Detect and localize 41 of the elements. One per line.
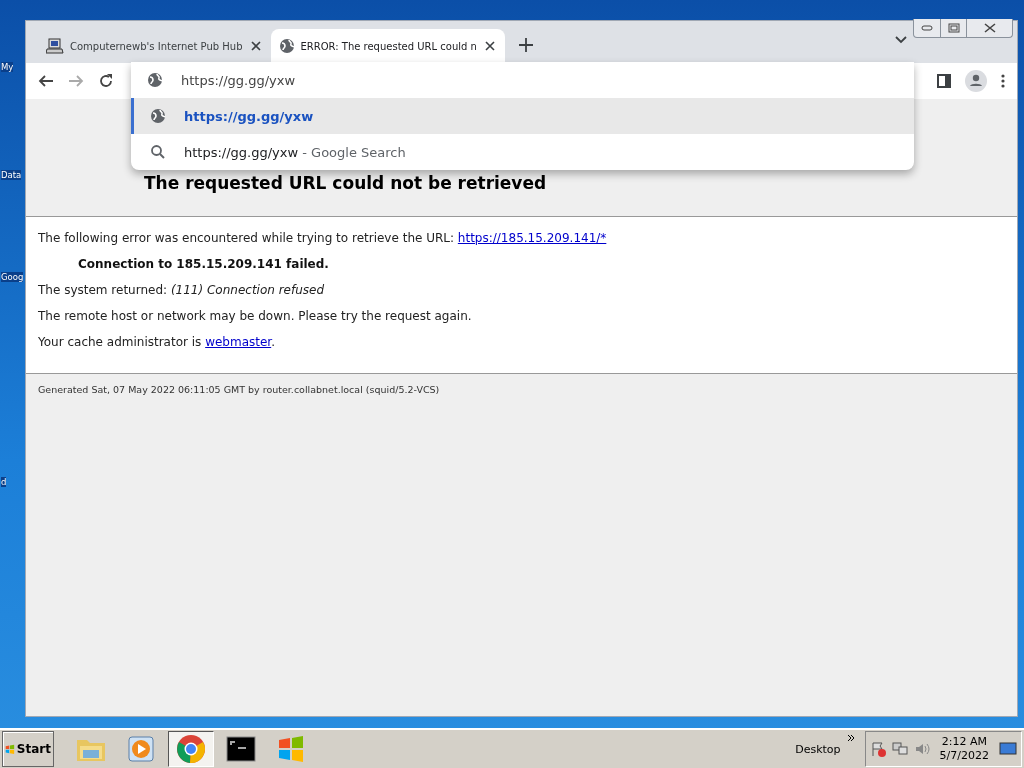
minimize-icon [921, 25, 933, 31]
start-button[interactable]: Start [2, 731, 54, 767]
footer-text: Generated Sat, 07 May 2022 06:11:05 GMT by router.collabnet.local (squid/5.2-VCS) [37, 383, 441, 397]
windows-logo-icon [5, 742, 15, 756]
browser-tab[interactable]: Computernewb's Internet Pub Hub [38, 29, 271, 63]
clock[interactable]: 2:12 AM 5/7/2022 [939, 735, 989, 763]
globe-icon [147, 72, 163, 88]
suggestion-item[interactable]: https://gg.gg/yxw - Google Search [131, 134, 914, 170]
terminal-icon[interactable] [226, 736, 256, 762]
restore-icon [947, 23, 960, 33]
failure-message: Connection to 185.15.209.141 failed. [77, 257, 330, 271]
tab-search-icon[interactable] [895, 36, 907, 44]
network-icon[interactable] [891, 741, 908, 757]
desktop-toolbar-label[interactable]: Desktop [795, 742, 841, 756]
flag-icon[interactable] [869, 741, 886, 757]
error-heading: The requested URL could not be retrieved [144, 173, 547, 194]
profile-button[interactable] [965, 70, 987, 92]
system-message: The system returned: (111) Connection refused [38, 283, 326, 297]
desktop-icon-label[interactable]: Data [1, 170, 22, 180]
advice-text: The remote host or network may be down. Please try the request again. [38, 309, 473, 323]
webmaster-link[interactable]: webmaster [205, 335, 272, 349]
chrome-icon[interactable] [176, 734, 206, 764]
search-icon [150, 144, 166, 160]
back-button[interactable] [38, 73, 54, 89]
desktop-icon-label[interactable]: Goog [1, 272, 24, 282]
side-panel-button[interactable] [937, 74, 951, 88]
url-link[interactable]: https://185.15.209.141/* [457, 231, 607, 245]
desktop-icon-label[interactable]: My [1, 62, 14, 72]
suggestion-item[interactable]: https://gg.gg/yxw [131, 98, 914, 134]
chevron-icon[interactable] [846, 734, 855, 742]
close-icon [982, 23, 997, 33]
admin-text: Your cache administrator is webmaster. [38, 335, 276, 349]
desktop-icon-label[interactable]: d [1, 477, 7, 487]
error-intro: The following error was encountered while trying to retrieve the URL: https://185.15.209.141/* [38, 231, 608, 245]
show-desktop-icon[interactable] [999, 741, 1017, 757]
globe-icon [278, 38, 295, 54]
computer-icon [46, 37, 64, 55]
menu-button[interactable] [1001, 74, 1005, 88]
browser-tab[interactable]: ERROR: The requested URL could n [270, 29, 505, 63]
reload-button[interactable] [98, 73, 114, 89]
globe-icon [150, 108, 166, 124]
